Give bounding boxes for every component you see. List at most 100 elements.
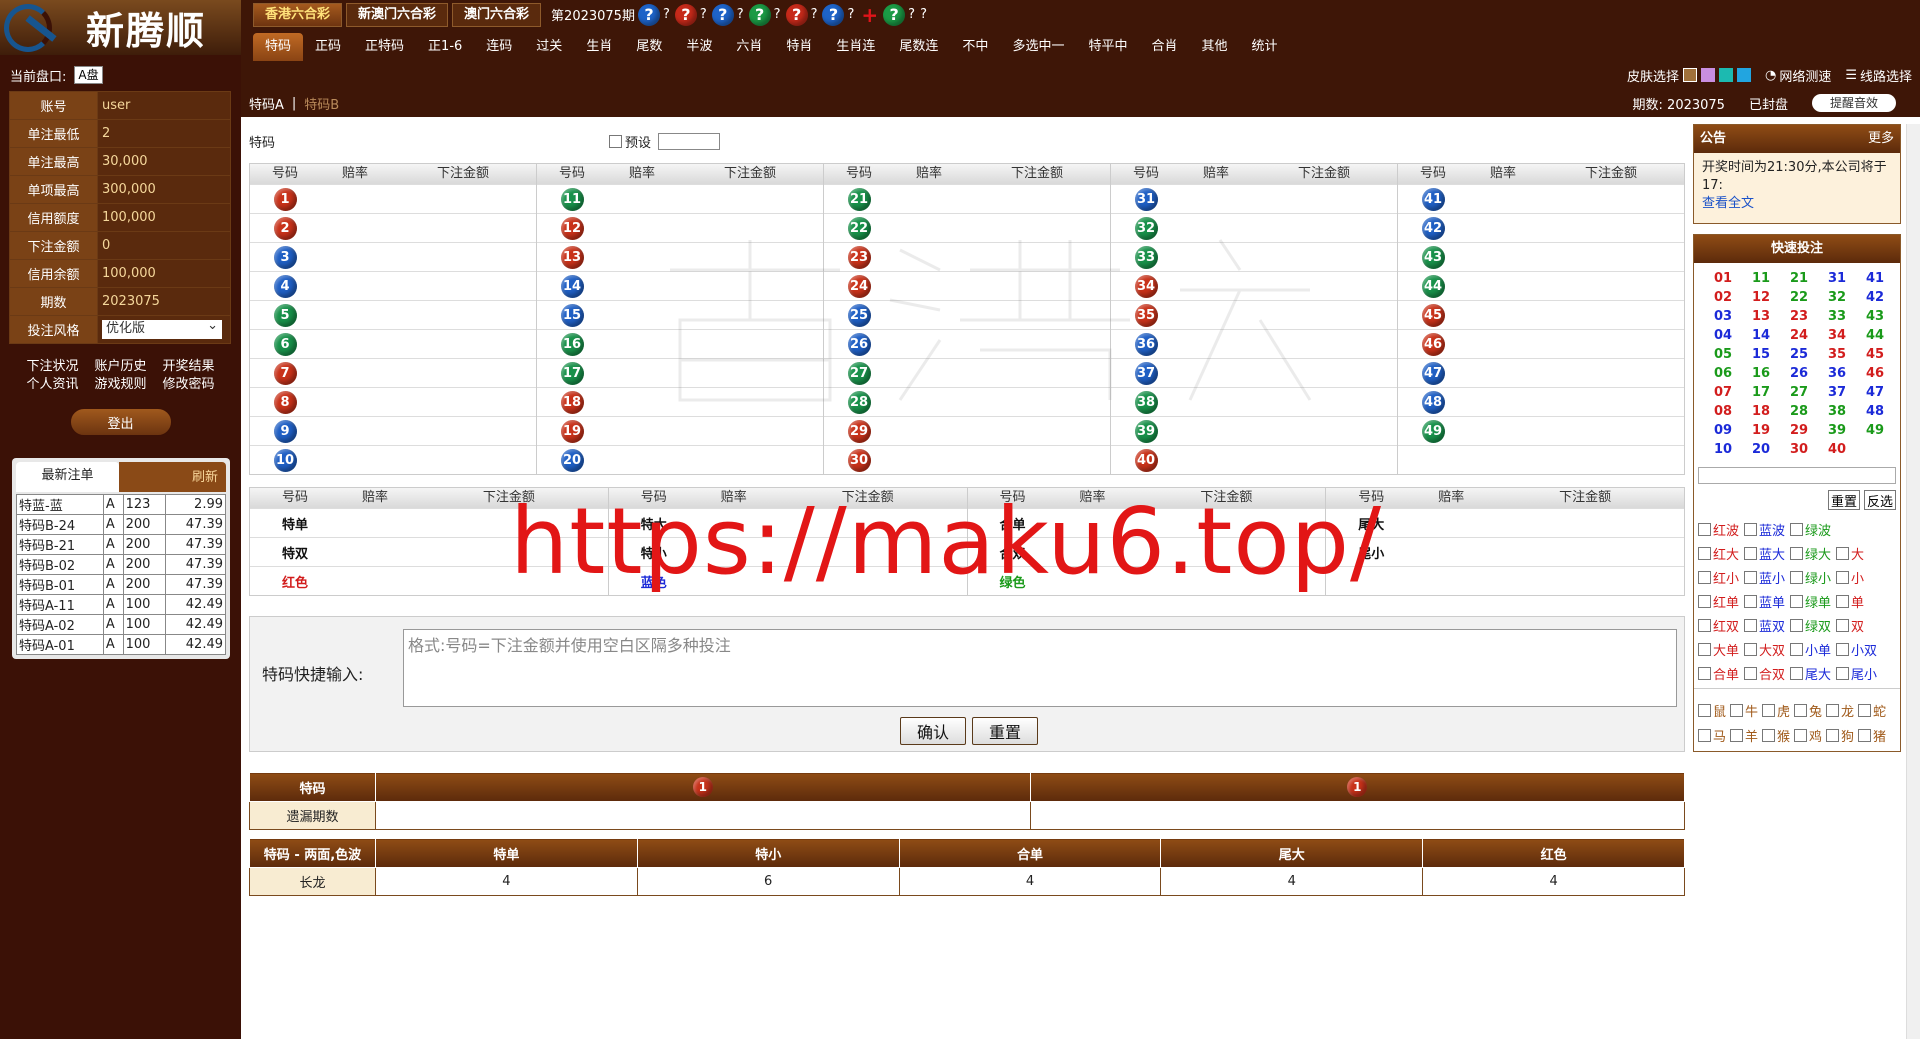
menu-item[interactable]: 多选中一: [1000, 33, 1076, 61]
quick-number[interactable]: 03: [1704, 307, 1742, 326]
quick-number[interactable]: 49: [1856, 421, 1894, 440]
quick-option[interactable]: 绿单: [1790, 592, 1836, 611]
quick-number[interactable]: 35: [1818, 345, 1856, 364]
quick-number[interactable]: 43: [1856, 307, 1894, 326]
menu-item[interactable]: 六肖: [724, 33, 774, 61]
quick-bet-amount-input[interactable]: [1698, 467, 1896, 484]
menu-item[interactable]: 不中: [950, 33, 1000, 61]
quick-number[interactable]: 05: [1704, 345, 1742, 364]
lottery-tab[interactable]: 香港六合彩: [253, 2, 343, 27]
quick-number[interactable]: 09: [1704, 421, 1742, 440]
quick-number[interactable]: 18: [1742, 402, 1780, 421]
quick-number[interactable]: 33: [1818, 307, 1856, 326]
zodiac-option[interactable]: 马: [1698, 726, 1730, 745]
skin-teal[interactable]: [1718, 68, 1733, 82]
zodiac-option[interactable]: 龙: [1826, 701, 1858, 720]
speed-test-link[interactable]: 网络测速: [1779, 66, 1831, 85]
notice-full-link[interactable]: 查看全文: [1702, 196, 1754, 211]
quick-option[interactable]: 蓝波: [1744, 520, 1790, 539]
quick-number[interactable]: 07: [1704, 383, 1742, 402]
quick-option[interactable]: 尾小: [1836, 664, 1882, 683]
menu-item[interactable]: 尾数连: [887, 33, 950, 61]
quick-option[interactable]: 红双: [1698, 616, 1744, 635]
scrollbar[interactable]: [1906, 124, 1920, 1039]
quick-option[interactable]: 尾大: [1790, 664, 1836, 683]
quick-number[interactable]: 30: [1780, 440, 1818, 459]
quick-option[interactable]: 双: [1836, 616, 1882, 635]
zodiac-option[interactable]: 牛: [1730, 701, 1762, 720]
quick-number[interactable]: 44: [1856, 326, 1894, 345]
quick-number[interactable]: 02: [1704, 288, 1742, 307]
menu-item[interactable]: 过关: [524, 33, 574, 61]
menu-item[interactable]: 其他: [1189, 33, 1239, 61]
quick-option[interactable]: 小双: [1836, 640, 1882, 659]
quick-number[interactable]: 01: [1704, 269, 1742, 288]
menu-item[interactable]: 生肖: [574, 33, 624, 61]
menu-item[interactable]: 统计: [1240, 33, 1290, 61]
menu-item[interactable]: 半波: [674, 33, 724, 61]
quick-option[interactable]: 小: [1836, 568, 1882, 587]
style-select[interactable]: 优化版: [102, 317, 222, 339]
quick-option[interactable]: 绿波: [1790, 520, 1836, 539]
menu-item[interactable]: 特平中: [1076, 33, 1139, 61]
notice-more-link[interactable]: 更多: [1868, 125, 1894, 153]
zodiac-option[interactable]: 鼠: [1698, 701, 1730, 720]
quick-number[interactable]: 41: [1856, 269, 1894, 288]
menu-item[interactable]: 特码: [253, 33, 304, 61]
quick-option[interactable]: 小单: [1790, 640, 1836, 659]
quick-number[interactable]: 04: [1704, 326, 1742, 345]
quick-number[interactable]: 12: [1742, 288, 1780, 307]
quick-number[interactable]: 24: [1780, 326, 1818, 345]
quick-number[interactable]: 48: [1856, 402, 1894, 421]
tab-tema-b[interactable]: 特码B: [304, 94, 339, 113]
quick-option[interactable]: 大: [1836, 544, 1882, 563]
sidebar-link[interactable]: 游戏规则: [87, 376, 155, 394]
quick-bet-invert-button[interactable]: 反选: [1863, 490, 1896, 510]
quick-number[interactable]: 29: [1780, 421, 1818, 440]
confirm-button[interactable]: 确认: [900, 717, 966, 745]
quick-option[interactable]: 单: [1836, 592, 1882, 611]
quick-number[interactable]: 23: [1780, 307, 1818, 326]
zodiac-option[interactable]: 猴: [1762, 726, 1794, 745]
quick-number[interactable]: 28: [1780, 402, 1818, 421]
quick-option[interactable]: 红大: [1698, 544, 1744, 563]
zodiac-option[interactable]: 狗: [1826, 726, 1858, 745]
quick-number[interactable]: 22: [1780, 288, 1818, 307]
menu-item[interactable]: 合肖: [1139, 33, 1189, 61]
zodiac-option[interactable]: 兔: [1794, 701, 1826, 720]
quick-option[interactable]: 绿双: [1790, 616, 1836, 635]
quick-number[interactable]: 45: [1856, 345, 1894, 364]
quick-option[interactable]: 红小: [1698, 568, 1744, 587]
sidebar-link[interactable]: 个人资讯: [19, 376, 87, 394]
zodiac-option[interactable]: 羊: [1730, 726, 1762, 745]
quick-option[interactable]: 合双: [1744, 664, 1790, 683]
quick-number[interactable]: 31: [1818, 269, 1856, 288]
quick-option[interactable]: 大单: [1698, 640, 1744, 659]
quick-number[interactable]: 27: [1780, 383, 1818, 402]
menu-item[interactable]: 连码: [474, 33, 524, 61]
sidebar-link[interactable]: 修改密码: [155, 376, 223, 394]
sound-button[interactable]: 提醒音效: [1811, 94, 1896, 112]
zodiac-option[interactable]: 蛇: [1858, 701, 1890, 720]
menu-item[interactable]: 生肖连: [824, 33, 887, 61]
quick-number[interactable]: 34: [1818, 326, 1856, 345]
quick-option[interactable]: 合单: [1698, 664, 1744, 683]
quick-bet-reset-button[interactable]: 重置: [1827, 490, 1860, 510]
quick-option[interactable]: 蓝小: [1744, 568, 1790, 587]
menu-item[interactable]: 正特码: [353, 33, 416, 61]
menu-item[interactable]: 正码: [303, 33, 353, 61]
tab-tema-a[interactable]: 特码A: [249, 94, 284, 113]
quick-number[interactable]: 39: [1818, 421, 1856, 440]
quick-number[interactable]: 26: [1780, 364, 1818, 383]
quick-number[interactable]: 32: [1818, 288, 1856, 307]
reset-button[interactable]: 重置: [972, 717, 1038, 745]
logout-button[interactable]: 登出: [69, 408, 172, 436]
sidebar-link[interactable]: 开奖结果: [155, 358, 223, 376]
quick-number[interactable]: 42: [1856, 288, 1894, 307]
quick-option[interactable]: 大双: [1744, 640, 1790, 659]
quick-option[interactable]: 红波: [1698, 520, 1744, 539]
quick-number[interactable]: 19: [1742, 421, 1780, 440]
quick-number[interactable]: 13: [1742, 307, 1780, 326]
refresh-button[interactable]: 刷新: [119, 462, 226, 492]
quick-number[interactable]: 21: [1780, 269, 1818, 288]
